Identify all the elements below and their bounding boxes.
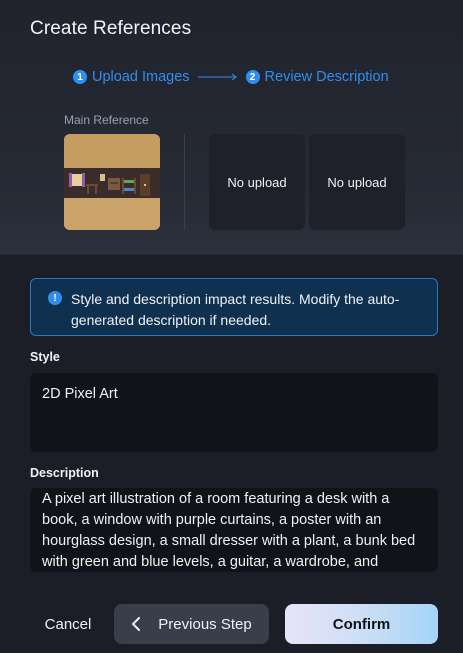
confirm-button[interactable]: Confirm (285, 604, 438, 644)
cancel-button-label: Cancel (44, 615, 92, 633)
arrow-right-icon (197, 73, 238, 81)
dialog-title: Create References (30, 18, 192, 39)
stepper: 1 Upload Images 2 Review Description (73, 67, 389, 87)
main-reference-image[interactable] (64, 134, 160, 230)
step-label: Upload Images (92, 69, 190, 85)
step-review-description: 2 Review Description (245, 69, 389, 85)
divider (184, 134, 185, 230)
notice-banner: ! Style and description impact results. … (30, 278, 438, 336)
pixel-room-thumbnail (64, 134, 160, 230)
notice-text: Style and description impact results. Mo… (71, 291, 400, 328)
step-number-badge: 2 (245, 70, 260, 84)
step-upload-images: 1 Upload Images (73, 69, 190, 85)
cancel-button[interactable]: Cancel (30, 604, 106, 644)
create-references-dialog: Create References 1 Upload Images 2 Revi… (0, 0, 463, 653)
description-label: Description (30, 466, 99, 480)
confirm-button-label: Confirm (332, 615, 391, 633)
style-label: Style (30, 350, 60, 364)
description-textarea[interactable]: A pixel art illustration of a room featu… (30, 488, 438, 572)
main-reference-label: Main Reference (64, 113, 149, 127)
chevron-left-icon (131, 617, 141, 631)
reference-slot-empty[interactable]: No upload (309, 134, 405, 230)
reference-slot-empty[interactable]: No upload (209, 134, 305, 230)
previous-step-button[interactable]: Previous Step (114, 604, 269, 644)
step-label: Review Description (264, 69, 389, 85)
info-icon: ! (48, 291, 62, 305)
previous-step-label: Previous Step (158, 615, 252, 633)
style-input[interactable]: 2D Pixel Art (30, 373, 438, 452)
step-number-badge: 1 (73, 70, 87, 84)
